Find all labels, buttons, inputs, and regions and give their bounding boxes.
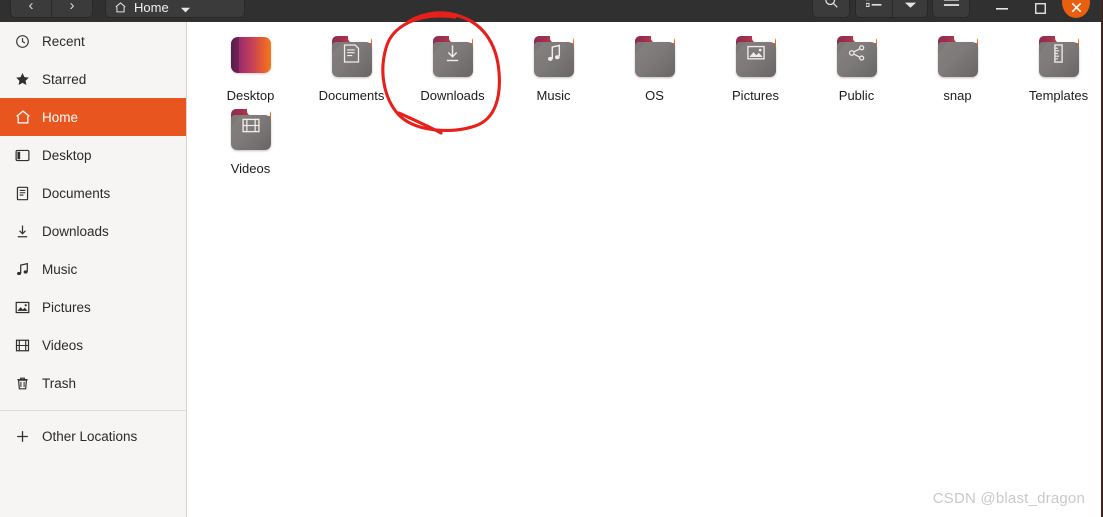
- home-icon: [114, 1, 127, 14]
- header-bar: ‹ › Home: [0, 0, 1101, 22]
- folder-icon: [429, 34, 477, 82]
- sidebar: Recent Starred Home Desktop Documents Do…: [0, 22, 187, 517]
- sidebar-item-label: Trash: [42, 375, 77, 391]
- sidebar-item-videos[interactable]: Videos: [0, 326, 186, 364]
- file-label: Templates: [1028, 88, 1089, 103]
- document-icon: [14, 185, 31, 202]
- file-item[interactable]: Templates: [1008, 30, 1099, 103]
- folder-icon: [227, 107, 275, 155]
- back-button[interactable]: ‹: [10, 0, 52, 18]
- clock-icon: [14, 33, 31, 50]
- file-label: Videos: [230, 161, 271, 177]
- sidebar-item-documents[interactable]: Documents: [0, 174, 186, 212]
- download-icon: [14, 223, 31, 240]
- folder-icon: [732, 34, 780, 82]
- sidebar-item-other-locations[interactable]: Other Locations: [0, 417, 186, 455]
- file-label: snap: [943, 88, 972, 103]
- sidebar-item-label: Starred: [42, 71, 87, 87]
- sidebar-item-trash[interactable]: Trash: [0, 364, 186, 402]
- file-manager-window: ‹ › Home Recent Starred Home Desktop Doc…: [0, 0, 1103, 517]
- sidebar-item-label: Home: [42, 109, 79, 125]
- document-icon: [332, 44, 372, 63]
- sidebar-item-home[interactable]: Home: [0, 98, 186, 136]
- file-item[interactable]: Desktop: [200, 30, 301, 103]
- desktop-special-icon: [227, 34, 275, 82]
- folder-icon: [530, 34, 578, 82]
- folder-icon: [631, 34, 679, 82]
- sidebar-item-downloads[interactable]: Downloads: [0, 212, 186, 250]
- music-icon: [534, 44, 574, 63]
- minimize-button[interactable]: [988, 0, 1016, 18]
- file-item[interactable]: OS: [604, 30, 705, 103]
- path-bar-home-button[interactable]: Home: [105, 0, 245, 18]
- plus-icon: [14, 428, 31, 445]
- chevron-down-icon: [180, 6, 191, 14]
- maximize-button[interactable]: [1026, 0, 1054, 18]
- minimize-icon: [996, 8, 1008, 10]
- chevron-down-icon: [904, 0, 917, 14]
- file-label: Downloads: [420, 88, 485, 103]
- chevron-right-icon: ›: [69, 0, 75, 14]
- hamburger-menu-icon: [943, 0, 960, 14]
- view-mode-button[interactable]: [855, 0, 893, 18]
- sidebar-item-label: Desktop: [42, 147, 92, 163]
- file-label: Public: [838, 88, 875, 103]
- sidebar-item-recent[interactable]: Recent: [0, 22, 186, 60]
- watermark: CSDN @blast_dragon: [932, 490, 1085, 507]
- search-icon: [824, 0, 839, 14]
- sidebar-item-label: Videos: [42, 337, 84, 353]
- sidebar-item-label: Recent: [42, 33, 85, 49]
- forward-button[interactable]: ›: [51, 0, 93, 18]
- file-label: Documents: [318, 88, 385, 103]
- folder-icon: [934, 34, 982, 82]
- desktop-icon: [14, 147, 31, 164]
- folder-icon: [328, 34, 376, 82]
- main-menu-button[interactable]: [932, 0, 970, 18]
- sidebar-item-label: Other Locations: [42, 428, 138, 444]
- sidebar-item-label: Pictures: [42, 299, 91, 315]
- search-button[interactable]: [812, 0, 850, 18]
- star-icon: [14, 71, 31, 88]
- share-icon: [837, 44, 877, 62]
- home-icon: [14, 109, 31, 126]
- sidebar-divider: [0, 410, 186, 411]
- sidebar-item-starred[interactable]: Starred: [0, 60, 186, 98]
- file-item[interactable]: Public: [806, 30, 907, 103]
- folder-icon: [1035, 34, 1083, 82]
- close-icon: [1071, 2, 1081, 13]
- sidebar-item-desktop[interactable]: Desktop: [0, 136, 186, 174]
- ruler-icon: [1039, 44, 1079, 63]
- list-view-icon: [865, 0, 882, 14]
- file-item[interactable]: Pictures: [705, 30, 806, 103]
- video-icon: [14, 337, 31, 354]
- file-label: OS: [645, 88, 664, 103]
- music-icon: [14, 261, 31, 278]
- file-label: Desktop: [226, 88, 275, 103]
- file-item[interactable]: Documents: [301, 30, 402, 103]
- sidebar-item-music[interactable]: Music: [0, 250, 186, 288]
- file-item[interactable]: Videos: [200, 103, 301, 176]
- close-button[interactable]: [1062, 0, 1090, 18]
- download-icon: [433, 44, 473, 63]
- path-bar-label: Home: [134, 0, 169, 15]
- file-item[interactable]: Downloads: [402, 30, 503, 103]
- sidebar-item-label: Music: [42, 261, 78, 277]
- file-list-view[interactable]: Desktop Documents Downloads Music OS Pic…: [188, 22, 1099, 517]
- video-icon: [231, 117, 271, 134]
- maximize-icon: [1034, 3, 1046, 14]
- trash-icon: [14, 375, 31, 392]
- picture-icon: [736, 44, 776, 61]
- chevron-left-icon: ‹: [28, 0, 34, 14]
- folder-icon: [833, 34, 881, 82]
- file-item[interactable]: Music: [503, 30, 604, 103]
- view-options-button[interactable]: [892, 0, 928, 18]
- sidebar-item-label: Documents: [42, 185, 111, 201]
- icon-grid: Desktop Documents Downloads Music OS Pic…: [188, 22, 1099, 177]
- sidebar-item-pictures[interactable]: Pictures: [0, 288, 186, 326]
- file-item[interactable]: snap: [907, 30, 1008, 103]
- file-label: Music: [536, 88, 571, 103]
- file-label: Pictures: [732, 88, 779, 103]
- picture-icon: [14, 299, 31, 316]
- sidebar-item-label: Downloads: [42, 223, 109, 239]
